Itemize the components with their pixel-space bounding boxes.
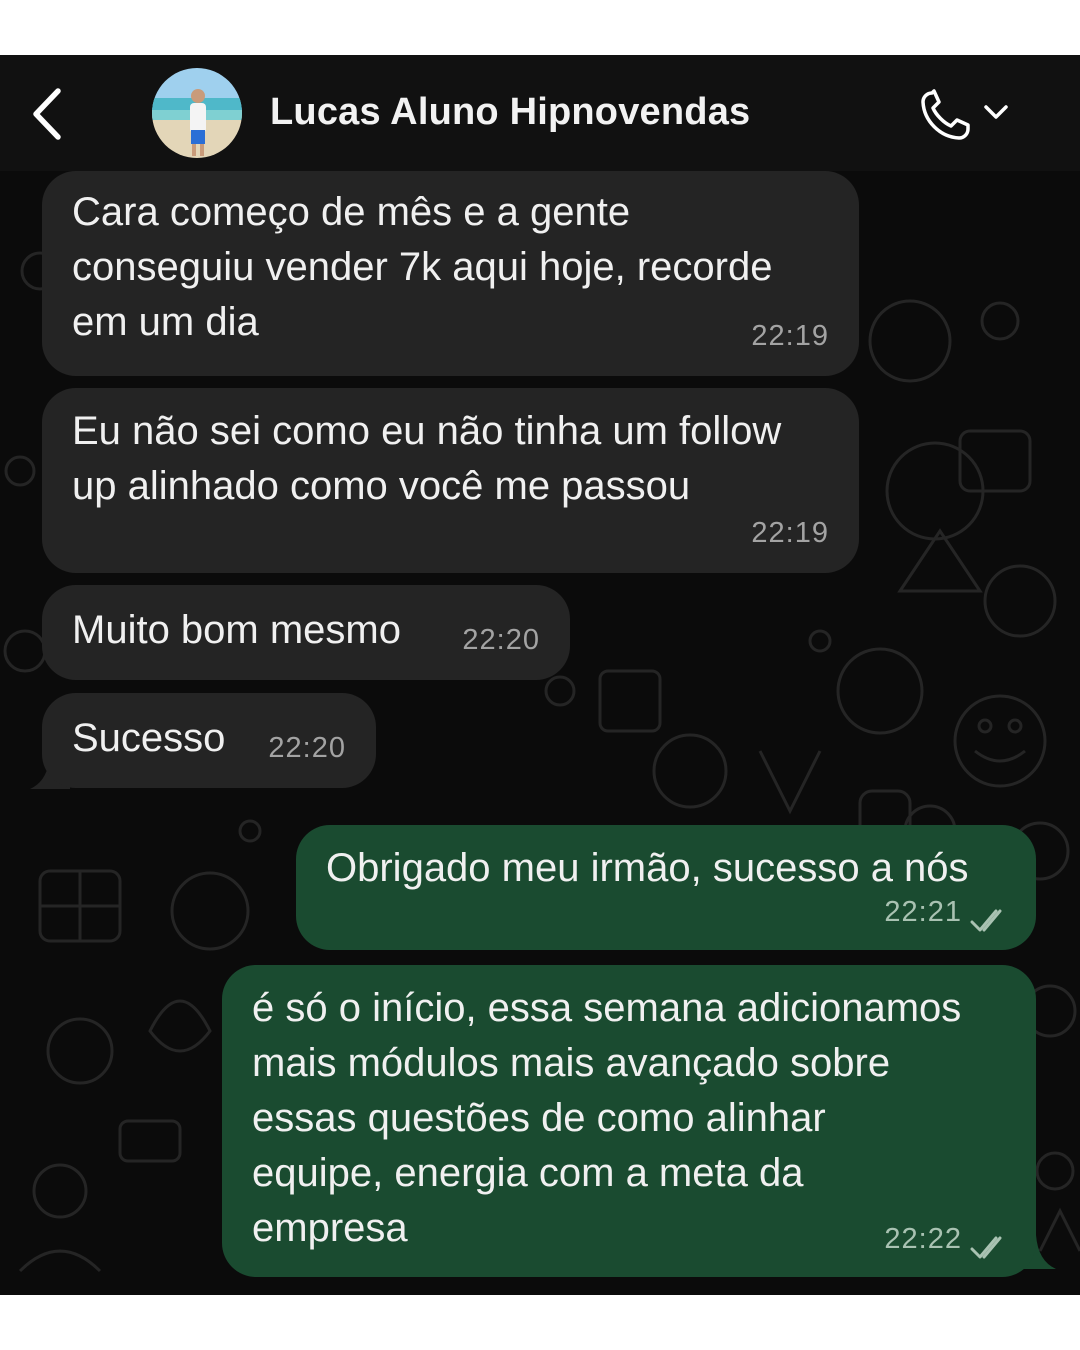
message-bubble-outgoing[interactable]: é só o início, essa semana adicionamos m…: [222, 965, 1036, 1277]
double-check-icon: [970, 909, 1002, 932]
message-text: Sucesso: [72, 716, 226, 760]
message-timestamp: 22:19: [751, 517, 829, 549]
message-timestamp: 22:22: [884, 1223, 962, 1255]
message-text: é só o início, essa semana adicionamos m…: [252, 986, 962, 1250]
phone-icon: [921, 89, 970, 140]
message-text: Obrigado meu irmão, sucesso a nós: [326, 846, 969, 890]
message-timestamp: 22:21: [884, 896, 962, 928]
message-bubble-outgoing[interactable]: Obrigado meu irmão, sucesso a nós 22:21: [296, 825, 1036, 950]
message-bubble-incoming[interactable]: Sucesso 22:20: [42, 693, 376, 788]
message-timestamp: 22:20: [462, 624, 540, 656]
double-check-icon: [970, 1236, 1002, 1259]
message-text: Cara começo de mês e a gente conseguiu v…: [72, 190, 773, 344]
message-text: Eu não sei como eu não tinha um follow u…: [72, 409, 782, 508]
message-timestamp: 22:20: [268, 732, 346, 764]
message-timestamp: 22:19: [751, 320, 829, 352]
chat-screen: Lucas Aluno Hipnovendas Cara começo de m…: [0, 55, 1080, 1295]
avatar-photo: [152, 68, 242, 158]
contact-name[interactable]: Lucas Aluno Hipnovendas: [270, 91, 750, 134]
chat-header: Lucas Aluno Hipnovendas: [0, 55, 1080, 171]
message-text: Muito bom mesmo: [72, 608, 401, 652]
chevron-down-icon: [984, 105, 1008, 119]
message-bubble-incoming[interactable]: Eu não sei como eu não tinha um follow u…: [42, 388, 859, 573]
call-button[interactable]: [918, 85, 1018, 145]
chevron-left-icon: [33, 88, 61, 140]
message-bubble-incoming[interactable]: Muito bom mesmo 22:20: [42, 585, 570, 680]
back-button[interactable]: [22, 83, 78, 145]
avatar[interactable]: [152, 68, 242, 158]
message-bubble-incoming[interactable]: Cara começo de mês e a gente conseguiu v…: [42, 171, 859, 376]
